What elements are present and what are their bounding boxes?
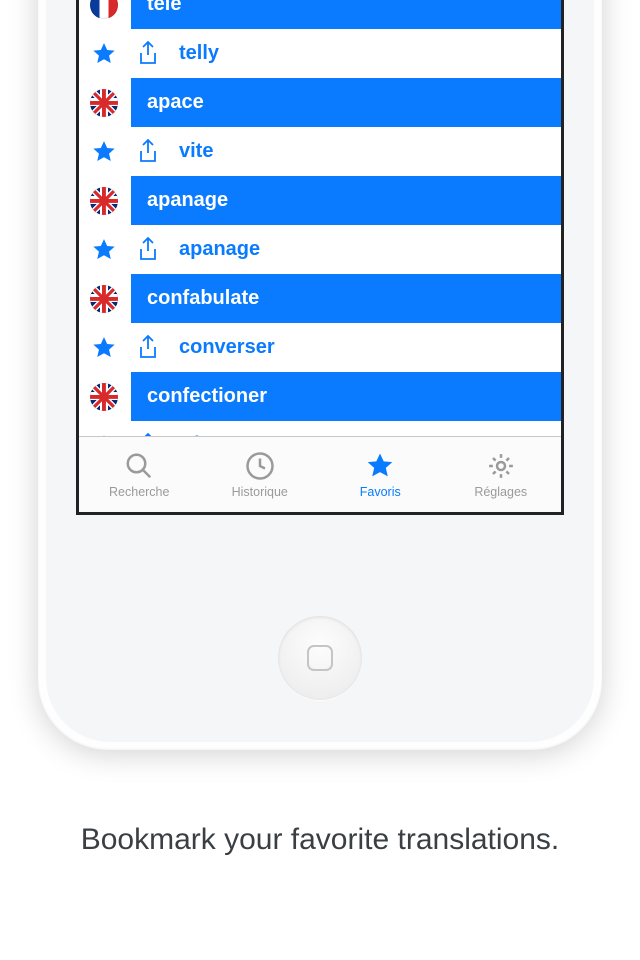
translation-text: converser [179, 336, 275, 359]
list-header-row[interactable]: télé [79, 0, 561, 29]
list-translation-row[interactable]: converser [79, 323, 561, 372]
list-header-row[interactable]: confectioner [79, 372, 561, 421]
flag-uk-icon [90, 89, 118, 117]
list-translation-row[interactable]: apanage [79, 225, 561, 274]
tab-settings[interactable]: Réglages [441, 437, 562, 512]
star-icon[interactable] [89, 39, 119, 69]
star-icon[interactable] [89, 333, 119, 363]
share-icon[interactable] [131, 135, 165, 169]
flag-uk-icon [90, 187, 118, 215]
tab-label: Recherche [109, 485, 169, 499]
search-icon [124, 451, 154, 481]
tab-history[interactable]: Historique [200, 437, 321, 512]
flag-fr-icon [90, 0, 118, 19]
translation-text: apanage [179, 238, 260, 261]
header-word: télé [131, 0, 561, 29]
star-icon [365, 451, 395, 481]
gear-icon [486, 451, 516, 481]
phone-inner: télé telly apace vite [46, 0, 594, 742]
header-word: confectioner [131, 372, 561, 421]
share-icon[interactable] [131, 37, 165, 71]
clock-icon [245, 451, 275, 481]
phone-frame: télé telly apace vite [38, 0, 602, 750]
list-translation-row[interactable]: vite [79, 127, 561, 176]
home-button[interactable] [278, 616, 362, 700]
tab-label: Réglages [474, 485, 527, 499]
header-word: apace [131, 78, 561, 127]
list-translation-row[interactable]: telly [79, 29, 561, 78]
header-word: confabulate [131, 274, 561, 323]
share-icon[interactable] [131, 429, 165, 437]
tab-favorites[interactable]: Favoris [320, 437, 441, 512]
list-header-row[interactable]: confabulate [79, 274, 561, 323]
header-word: apanage [131, 176, 561, 225]
flag-uk-icon [90, 285, 118, 313]
tab-bar: Recherche Historique Favoris Réglages [79, 436, 561, 512]
marketing-caption: Bookmark your favorite translations. [0, 820, 640, 861]
star-icon[interactable] [89, 137, 119, 167]
list-header-row[interactable]: apace [79, 78, 561, 127]
translation-text: vite [179, 140, 213, 163]
list-header-row[interactable]: apanage [79, 176, 561, 225]
translation-text: telly [179, 42, 219, 65]
share-icon[interactable] [131, 233, 165, 267]
list-translation-row[interactable]: pâtissier [79, 421, 561, 436]
star-icon[interactable] [89, 235, 119, 265]
app-screen: télé telly apace vite [76, 0, 564, 515]
share-icon[interactable] [131, 331, 165, 365]
tab-label: Favoris [360, 485, 401, 499]
favorites-list[interactable]: télé telly apace vite [79, 0, 561, 436]
home-button-square-icon [307, 645, 333, 671]
flag-uk-icon [90, 383, 118, 411]
tab-search[interactable]: Recherche [79, 437, 200, 512]
tab-label: Historique [232, 485, 288, 499]
